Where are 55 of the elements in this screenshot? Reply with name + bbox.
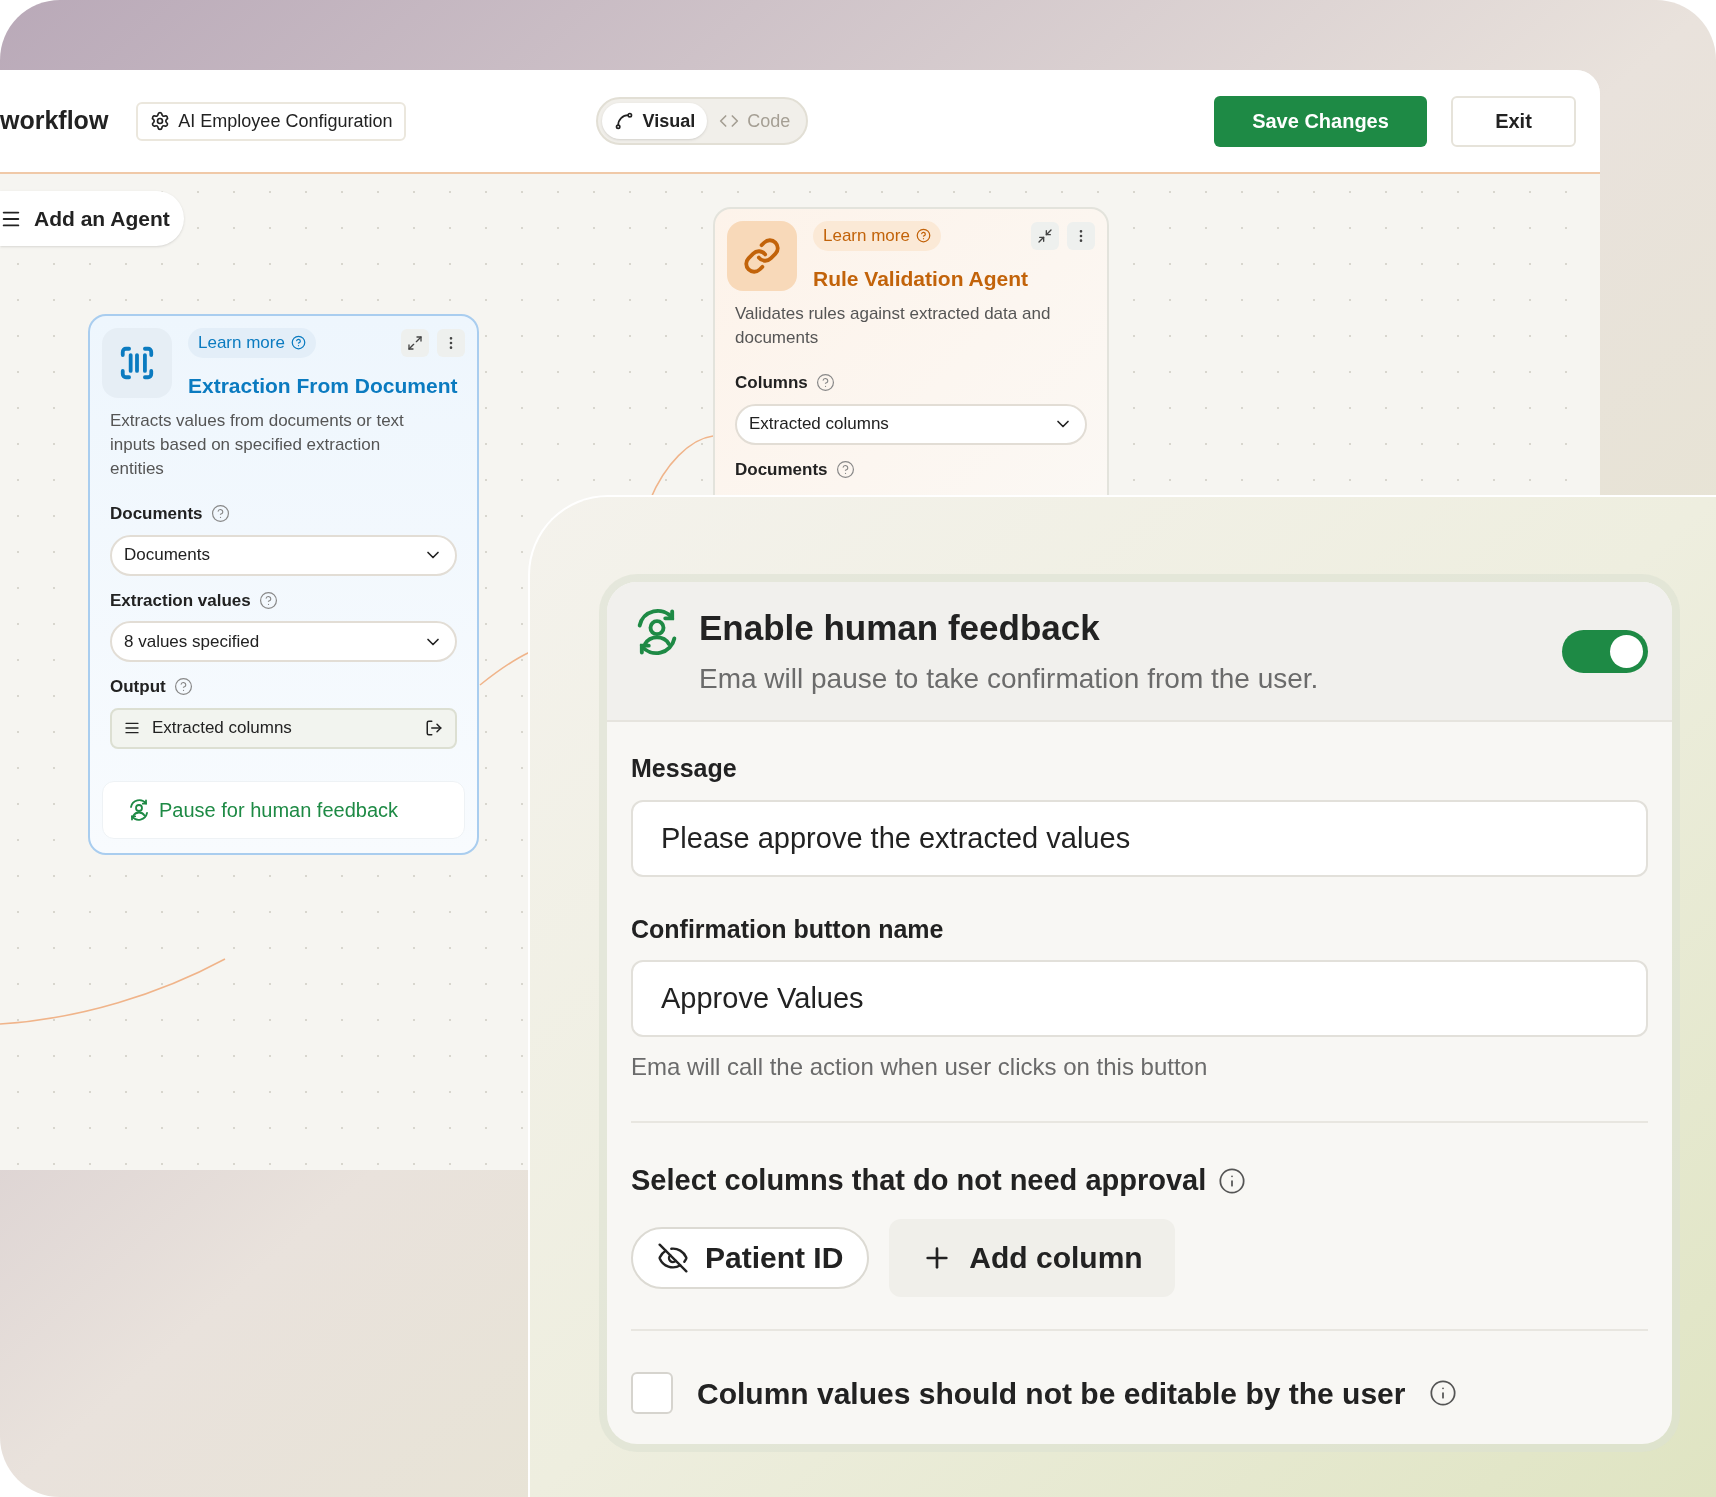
- field-label: Confirmation button name: [631, 913, 945, 945]
- field-label: Documents: [735, 458, 828, 481]
- dropdown[interactable]: Extracted columns: [735, 403, 1087, 445]
- field-label: Message: [631, 753, 738, 784]
- export-icon: [425, 719, 443, 737]
- panel-subtitle: Ema will pause to take confirmation from the user.: [699, 662, 1320, 696]
- learn-more-link[interactable]: Learn more: [188, 328, 316, 358]
- help-icon: [835, 459, 855, 479]
- column-chip[interactable]: Patient ID: [631, 1226, 870, 1289]
- field-label: Columns: [735, 372, 808, 394]
- help-icon: [915, 228, 931, 244]
- eye-off-icon: [657, 1241, 689, 1274]
- field-label: Extraction values: [110, 589, 251, 612]
- list-icon: [124, 720, 140, 736]
- person-cycle-icon: [127, 797, 151, 822]
- checkbox[interactable]: [631, 1372, 673, 1414]
- expand-icon: [407, 334, 423, 351]
- dropdown[interactable]: Documents: [110, 534, 457, 576]
- config-button[interactable]: AI Employee Configuration: [136, 101, 407, 141]
- agent-description: Extracts values from documents or text inputs based on specified extraction entities: [109, 410, 405, 480]
- button-name-input[interactable]: Approve Values: [631, 960, 1648, 1037]
- info-icon: [1429, 1379, 1458, 1407]
- connector-line: [479, 651, 531, 686]
- field-label: Documents: [110, 503, 203, 525]
- pause-feedback-button[interactable]: Pause for human feedback: [102, 780, 465, 839]
- section-title: Select columns that do not need approval: [631, 1163, 1207, 1198]
- help-icon: [173, 677, 193, 697]
- add-column-button[interactable]: Add column: [889, 1218, 1175, 1297]
- feedback-toggle[interactable]: [1562, 630, 1648, 673]
- info-icon: [1218, 1166, 1247, 1195]
- collapse-icon: [1037, 227, 1053, 244]
- gear-icon: [150, 111, 171, 131]
- agent-title: Extraction From Document: [188, 372, 459, 399]
- help-icon: [258, 590, 278, 610]
- agent-description: Validates rules against extracted data and documents: [734, 303, 1052, 349]
- learn-more-link[interactable]: Learn more: [813, 221, 941, 251]
- output-value: Extracted columns: [152, 717, 293, 740]
- agent-title: Rule Validation Agent: [813, 265, 1030, 292]
- field-label: Output: [110, 676, 166, 698]
- help-icon: [210, 504, 230, 524]
- checkbox-label: Column values should not be editable by the user: [697, 1375, 1406, 1412]
- collapse-button[interactable]: [1031, 221, 1059, 250]
- expand-button[interactable]: [401, 328, 429, 357]
- curve-icon: [614, 111, 635, 131]
- help-icon: [290, 335, 306, 351]
- save-button[interactable]: Save Changes: [1214, 95, 1427, 147]
- page-title: workflow: [0, 105, 109, 137]
- exit-button[interactable]: Exit: [1451, 95, 1576, 147]
- field-hint: Ema will call the action when user clicks on this button: [631, 1052, 1209, 1082]
- add-agent-button[interactable]: Add an Agent: [0, 191, 184, 246]
- message-input[interactable]: Please approve the extracted values: [631, 799, 1648, 877]
- dropdown[interactable]: 8 values specified: [110, 621, 457, 662]
- view-tab[interactable]: Visual: [602, 103, 708, 139]
- help-icon: [815, 373, 835, 393]
- panel-title: Enable human feedback: [699, 607, 1101, 649]
